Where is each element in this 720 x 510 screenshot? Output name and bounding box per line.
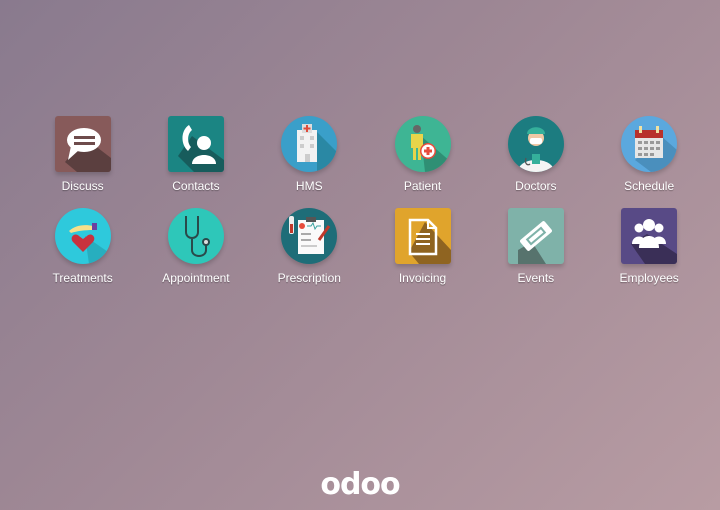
app-label: Contacts	[172, 179, 220, 193]
app-discuss[interactable]: Discuss	[26, 116, 139, 193]
stethoscope-icon	[167, 208, 224, 264]
contact-phone-icon	[167, 116, 224, 172]
hospital-icon	[281, 116, 338, 172]
app-employees[interactable]: Employees	[592, 208, 705, 285]
people-group-icon	[621, 208, 678, 264]
app-label: Employees	[619, 271, 679, 285]
app-label: HMS	[295, 179, 323, 193]
ticket-icon	[507, 208, 564, 264]
app-label: Treatments	[52, 271, 113, 285]
app-hms[interactable]: HMS	[253, 116, 366, 193]
app-patient[interactable]: Patient	[366, 116, 479, 193]
app-doctors[interactable]: Doctors	[479, 116, 592, 193]
app-prescription[interactable]: Prescription	[253, 208, 366, 285]
clipboard-icon	[281, 208, 338, 264]
app-label: Appointment	[162, 271, 230, 285]
app-label: Doctors	[515, 179, 557, 193]
app-label: Events	[517, 271, 555, 285]
app-contacts[interactable]: Contacts	[139, 116, 252, 193]
odoo-logo: odoo	[320, 467, 400, 502]
app-label: Prescription	[277, 271, 341, 285]
app-treatments[interactable]: Treatments	[26, 208, 139, 285]
app-label: Discuss	[61, 179, 104, 193]
patient-icon	[394, 116, 451, 172]
app-events[interactable]: Events	[479, 208, 592, 285]
document-icon	[394, 208, 451, 264]
hand-heart-icon	[54, 208, 111, 264]
calendar-icon	[621, 116, 678, 172]
speech-bubble-icon	[54, 116, 111, 172]
app-grid: Discuss Contacts HMS Patient Doctors Sch…	[26, 116, 706, 285]
app-invoicing[interactable]: Invoicing	[366, 208, 479, 285]
app-label: Patient	[403, 179, 442, 193]
app-appointment[interactable]: Appointment	[139, 208, 252, 285]
app-label: Schedule	[624, 179, 675, 193]
doctor-icon	[507, 116, 564, 172]
app-label: Invoicing	[398, 271, 447, 285]
app-schedule[interactable]: Schedule	[592, 116, 705, 193]
